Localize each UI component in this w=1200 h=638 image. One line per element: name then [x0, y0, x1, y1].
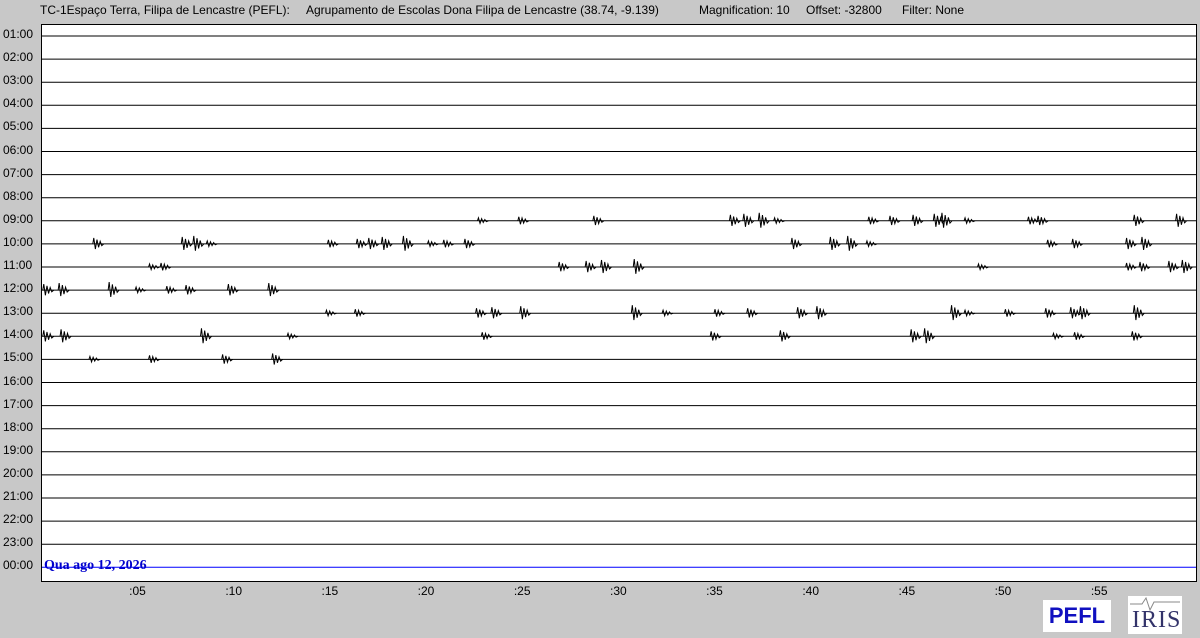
minute-label: :05	[129, 584, 146, 598]
filter-value: Filter: None	[902, 3, 965, 17]
seismogram-traces	[42, 35, 1196, 568]
minute-label: :55	[1090, 584, 1108, 598]
hour-label: 06:00	[3, 142, 34, 157]
minute-label: :45	[898, 584, 916, 598]
hour-label: 01:00	[3, 27, 34, 41]
hour-label: 07:00	[3, 165, 34, 180]
helicorder-plot[interactable]	[41, 24, 1197, 582]
minute-label: :40	[802, 584, 820, 598]
minute-label: :50	[994, 584, 1012, 598]
hour-label: 05:00	[3, 119, 34, 134]
seismic-event	[950, 305, 962, 321]
hour-label: 08:00	[3, 188, 34, 203]
station-name: TC-1Espaço Terra, Filipa de Lencastre (P…	[40, 3, 290, 17]
station-location: Agrupamento de Escolas Dona Filipa de Le…	[306, 3, 659, 17]
hour-label: 20:00	[3, 465, 34, 480]
seismic-event	[940, 212, 953, 228]
seismic-event	[192, 235, 205, 251]
hour-label: 23:00	[3, 535, 34, 550]
pefl-logo: PEFL	[1043, 600, 1111, 632]
seismic-event	[923, 328, 936, 344]
hour-label: 09:00	[3, 211, 34, 226]
seismic-event	[1132, 305, 1145, 321]
hour-label: 22:00	[3, 512, 34, 527]
hour-label: 14:00	[3, 327, 34, 342]
seismic-event	[846, 235, 859, 251]
seismic-event	[630, 305, 643, 321]
hour-label: 21:00	[3, 489, 34, 503]
iris-logo: IRIS	[1128, 596, 1182, 634]
iris-logo-text: IRIS	[1132, 607, 1182, 633]
hour-label: 15:00	[3, 350, 34, 365]
minute-label: :25	[513, 584, 531, 598]
hour-label: 19:00	[3, 442, 34, 457]
minute-label: :30	[610, 584, 627, 598]
hour-label: 10:00	[3, 234, 34, 249]
seismic-event	[199, 328, 212, 344]
hour-label: 12:00	[3, 281, 34, 296]
seismic-event	[757, 212, 770, 228]
hour-label: 16:00	[3, 373, 34, 388]
current-date-label: Qua ago 12, 2026	[44, 558, 147, 573]
hour-label: 11:00	[3, 258, 33, 272]
hour-label: 02:00	[3, 50, 34, 65]
hour-label: 00:00	[3, 558, 34, 573]
minute-label: :35	[706, 584, 723, 598]
seismic-event	[401, 235, 414, 251]
minute-label: :20	[417, 584, 435, 598]
header-bar: TC-1Espaço Terra, Filipa de Lencastre (P…	[0, 0, 1200, 20]
hour-label: 17:00	[3, 396, 34, 411]
minute-label: :10	[225, 584, 243, 598]
hour-label: 04:00	[3, 96, 34, 111]
minute-label: :15	[321, 584, 339, 598]
seismic-event	[107, 282, 120, 298]
offset-value: Offset: -32800	[806, 3, 882, 17]
hour-label: 03:00	[3, 73, 34, 88]
magnification-value: Magnification: 10	[699, 3, 790, 17]
hour-label: 13:00	[3, 304, 34, 319]
hour-label: 18:00	[3, 419, 34, 434]
seismic-event	[632, 258, 645, 274]
